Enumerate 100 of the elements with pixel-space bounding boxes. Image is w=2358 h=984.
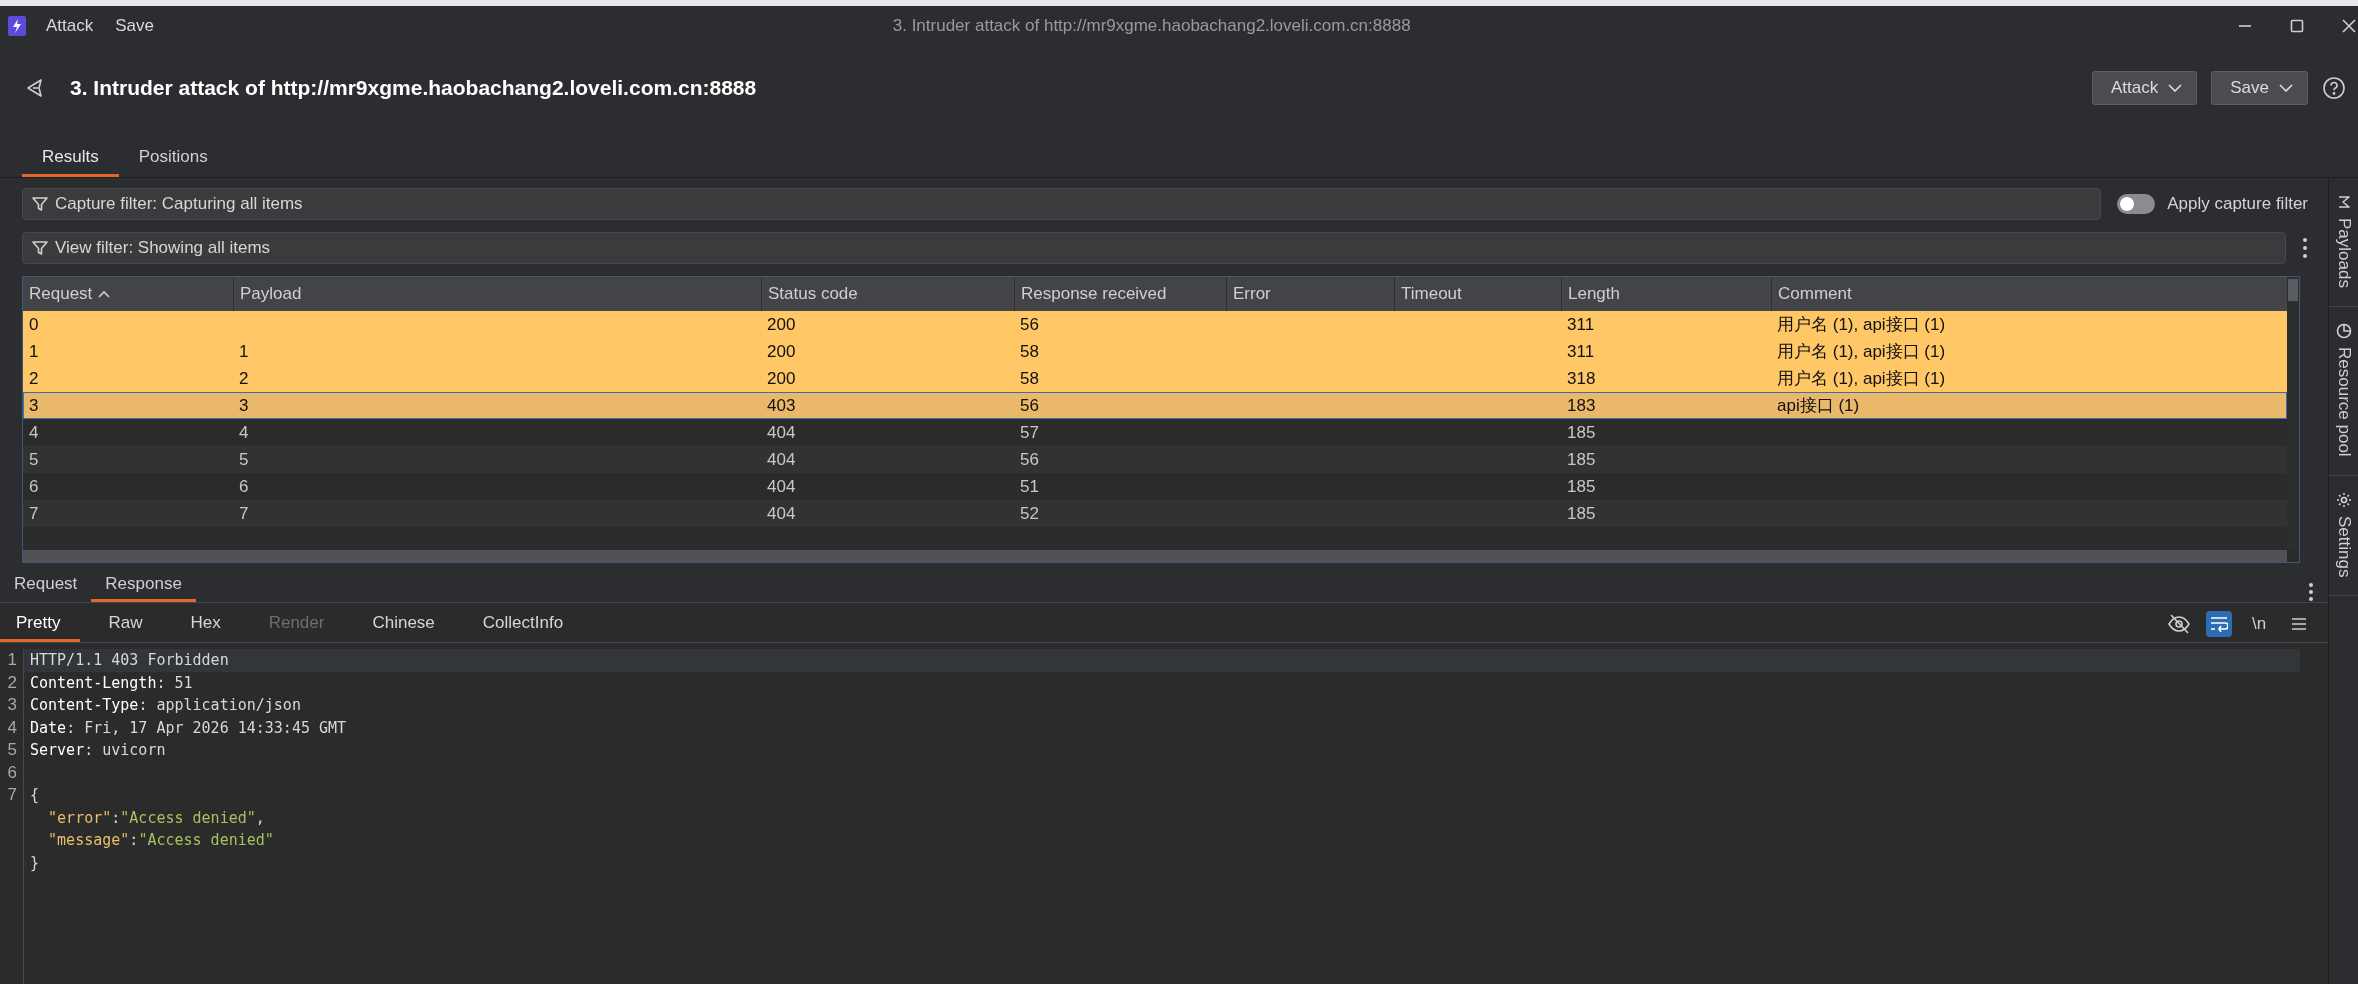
settings-icon [2335,491,2352,508]
code-line: Date: Fri, 17 Apr 2026 14:33:45 GMT [29,717,348,739]
table-cell-text: 318 [1566,368,1597,389]
table-cell-text: 57 [1019,422,1040,443]
toggle-switch[interactable] [2117,194,2156,214]
table-cell-text: 51 [1019,476,1040,497]
table-cell-text: 200 [766,368,797,389]
table-row[interactable]: 0 200 56 311 用户名 (1), api接口 (1) [23,311,2287,338]
table-cell-text: 7 [28,503,40,524]
table-cell-text: 6 [28,476,40,497]
table-row[interactable]: 3 3 403 56 183 api接口 (1) [23,392,2287,419]
table-cell-text: 404 [766,422,797,443]
table-cell-text: 1 [238,341,250,362]
table-cell-text: 56 [1019,395,1040,416]
capture-filter-bar[interactable]: Capture filter: Capturing all items [22,188,2102,220]
wrap-toggle[interactable] [2206,611,2232,637]
table-cell-text: 56 [1019,449,1040,470]
table-cell-text: 3 [28,395,40,416]
table-cell-text: 58 [1019,341,1040,362]
window-title: 3. Intruder attack of http://mr9xgme.haobachang2.loveli.com.cn:8888 [892,16,1411,36]
tab[interactable]: Chinese [356,613,455,642]
table-cell-text: 用户名 (1), api接口 (1) [1776,368,1947,390]
table-cell-text: 404 [766,449,797,470]
more-options-icon[interactable] [2308,582,2314,602]
code-line: Server: uvicorn [29,740,167,761]
table-row[interactable]: 1 1 200 58 311 用户名 (1), api接口 (1) [23,338,2287,365]
toggle-label: Apply capture filter [2167,194,2308,214]
table-cell-text: 200 [766,314,797,335]
side-panel-tab[interactable]: Settings [2329,475,2358,596]
table-cell-text: 6 [238,476,250,497]
tab[interactable]: Positions [118,147,228,177]
close-icon[interactable] [2342,19,2356,33]
table-cell-text: 185 [1566,503,1597,524]
code-line: { [29,785,41,806]
table-cell-text: 4 [238,422,250,443]
resources-icon [2335,322,2352,339]
maximize-icon[interactable] [2290,19,2304,33]
table-cell-text: 185 [1566,476,1597,497]
line-number: 2 [6,671,17,694]
side-panel-tab[interactable]: Resource pool [2329,306,2358,476]
code-line: } [29,852,41,874]
column-header[interactable]: Request [23,277,233,311]
table-cell-text: 404 [766,476,797,497]
table-cell-text: 311 [1566,341,1596,362]
table-cell-text: 2 [238,368,250,389]
table-row[interactable]: 7 7 404 52 185 [23,500,2287,527]
tab[interactable]: Raw [92,613,163,642]
table-cell-text: 0 [28,314,40,335]
table-cell-text: 56 [1019,314,1040,335]
code-line: Content-Length: 51 [29,672,194,694]
hidden-eye-icon [2168,614,2190,634]
table-cell-text: 185 [1566,449,1597,470]
line-number: 7 [6,784,17,806]
table-row[interactable]: 5 5 404 56 185 [23,446,2287,473]
table-row[interactable]: 2 2 200 58 318 用户名 (1), api接口 (1) [23,365,2287,392]
menu-item[interactable]: Save [115,16,154,36]
menu-item[interactable]: Attack [46,16,94,36]
page-title: 3. Intruder attack of http://mr9xgme.haobachang2.loveli.com.cn:8888 [70,76,758,100]
help-icon[interactable] [2322,76,2346,100]
dropdown-button[interactable]: Save [2211,71,2308,105]
table-cell-text: 用户名 (1), api接口 (1) [1776,341,1947,363]
tab[interactable]: CollectInfo [466,613,584,642]
newline-toggle[interactable]: \n [2246,611,2272,637]
table-cell-text: 5 [238,449,250,470]
table-cell-text: 1 [28,341,40,362]
table-cell-text: 200 [766,341,797,362]
table-cell-text: 2 [28,368,40,389]
table-cell-text: 52 [1019,503,1040,524]
table-cell-text: 58 [1019,368,1040,389]
app-logo-icon [8,16,26,36]
table-cell-text: 185 [1566,422,1597,443]
table-cell-text: 404 [766,503,797,524]
table-cell-text: api接口 (1) [1776,395,1861,417]
word-wrap-icon [2210,616,2228,632]
code-line: Content-Type: application/json [29,695,302,716]
table-cell-text: 7 [238,503,250,524]
side-panel-tab[interactable]: Payloads [2329,178,2358,307]
more-options-icon[interactable] [2302,237,2308,259]
code-line: "message":"Access denied" [47,830,275,851]
response-editor[interactable]: 1 2 3 4 5 6 7 HTTP/1.1 403 Forbidden Content-Length: 51 Content-Type: application/json Date: Fri, 17 Apr 2026 14:33:45 GMT Server: uvicorn { "error":"Access denied", "message":"Access denied" } [0,643,2328,984]
menu-icon [2291,617,2307,631]
dropdown-button[interactable]: Attack [2092,71,2198,105]
filter-icon [31,239,49,257]
caret-icon [2168,84,2183,92]
caret-icon [2279,84,2293,92]
view-filter-bar[interactable]: View filter: Showing all items [22,232,2286,264]
table-cell-text: 183 [1566,395,1597,416]
table-cell-text: 用户名 (1), api接口 (1) [1776,314,1947,336]
line-number: 3 [6,694,17,716]
table-cell-text: 311 [1566,314,1596,335]
line-number: 4 [6,716,17,739]
tab[interactable]: Request [0,574,92,602]
table-cell-text: 3 [238,395,250,416]
filter-icon [31,195,49,213]
table-cell-text: 403 [766,395,797,416]
tab[interactable]: Hex [174,613,241,642]
table-cell-text: 5 [28,449,40,470]
line-number: 6 [6,761,17,784]
horizontal-scrollbar[interactable] [23,550,2287,562]
code-line: "error":"Access denied", [47,807,266,829]
